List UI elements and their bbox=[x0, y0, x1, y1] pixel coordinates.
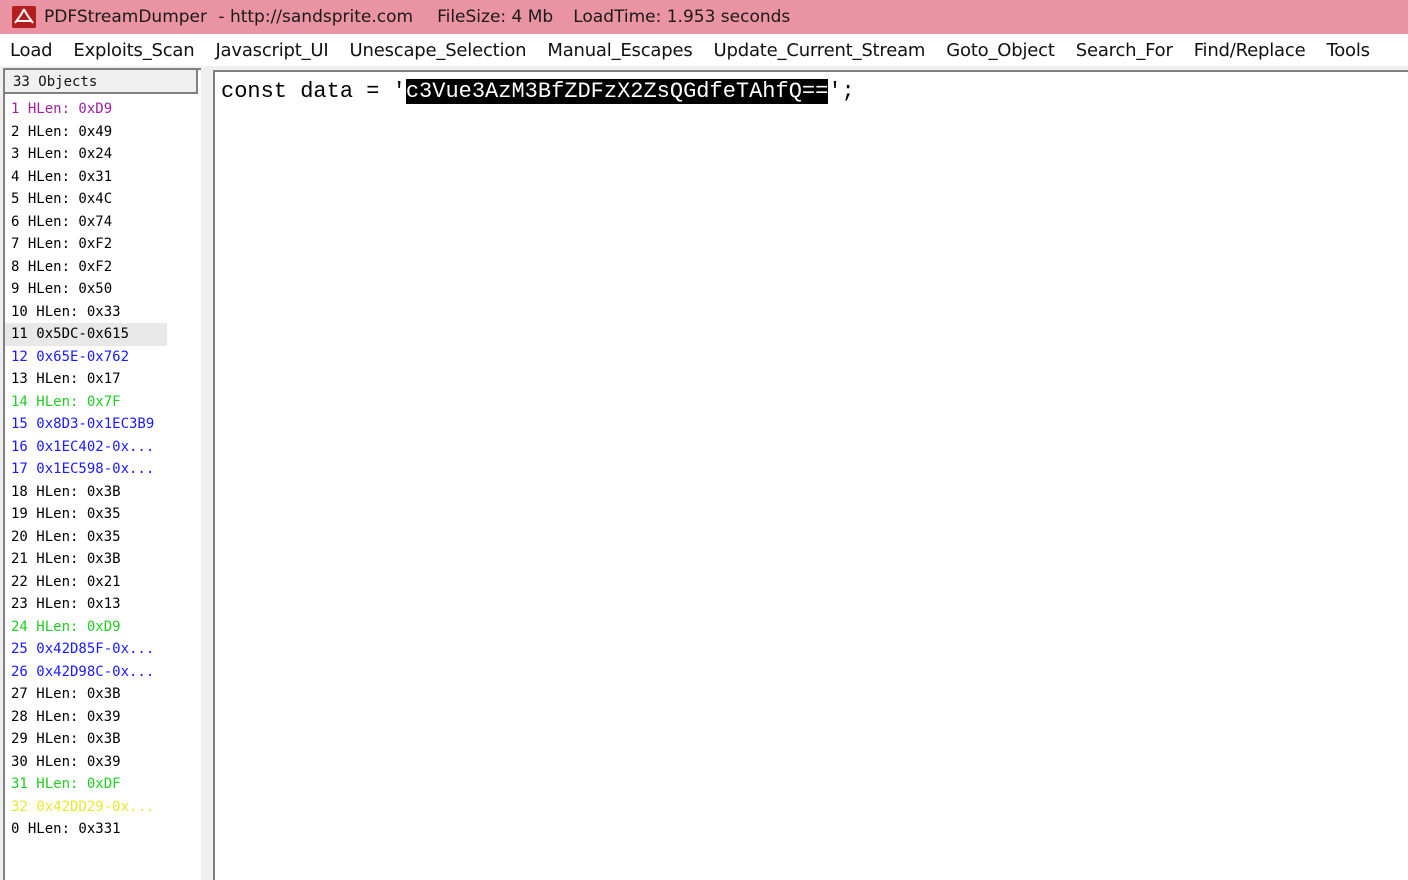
file-size: FileSize: 4 Mb bbox=[437, 7, 554, 27]
object-list-item[interactable]: 23 HLen: 0x13 bbox=[5, 593, 197, 616]
object-list-item[interactable]: 25 0x42D85F-0x... bbox=[5, 638, 197, 661]
object-list: 1 HLen: 0xD9 2 HLen: 0x49 3 HLen: 0x24 4 HL… bbox=[5, 98, 197, 841]
menu-find-replace[interactable]: Find/Replace bbox=[1194, 40, 1306, 61]
code-line: const data = 'c3Vue3AzM3BfZDFzX2ZsQGdfeT… bbox=[221, 78, 855, 106]
object-list-item[interactable]: 15 0x8D3-0x1EC3B9 bbox=[5, 413, 197, 436]
object-list-item[interactable]: 28 HLen: 0x39 bbox=[5, 706, 197, 729]
menu-goto-object[interactable]: Goto_Object bbox=[946, 40, 1055, 61]
object-list-item[interactable]: 32 0x42DD29-0x... bbox=[5, 796, 197, 819]
object-list-item[interactable]: 11 0x5DC-0x615 bbox=[5, 323, 167, 346]
object-list-item[interactable]: 21 HLen: 0x3B bbox=[5, 548, 197, 571]
object-list-item[interactable]: 2 HLen: 0x49 bbox=[5, 121, 197, 144]
object-list-item[interactable]: 7 HLen: 0xF2 bbox=[5, 233, 197, 256]
object-list-item[interactable]: 22 HLen: 0x21 bbox=[5, 571, 197, 594]
menu-exploits-scan[interactable]: Exploits_Scan bbox=[73, 40, 194, 61]
object-list-item[interactable]: 27 HLen: 0x3B bbox=[5, 683, 197, 706]
code-prefix: const data = ' bbox=[221, 79, 406, 104]
object-list-item[interactable]: 31 HLen: 0xDF bbox=[5, 773, 197, 796]
object-list-item[interactable]: 17 0x1EC598-0x... bbox=[5, 458, 197, 481]
object-list-item[interactable]: 9 HLen: 0x50 bbox=[5, 278, 197, 301]
object-list-item[interactable]: 6 HLen: 0x74 bbox=[5, 211, 197, 234]
object-list-item[interactable]: 12 0x65E-0x762 bbox=[5, 346, 197, 369]
app-name: PDFStreamDumper bbox=[44, 7, 207, 27]
pdf-icon bbox=[10, 5, 38, 29]
object-list-item[interactable]: 8 HLen: 0xF2 bbox=[5, 256, 197, 279]
menu-tools[interactable]: Tools bbox=[1326, 40, 1370, 61]
object-list-item[interactable]: 0 HLen: 0x331 bbox=[5, 818, 197, 841]
object-list-item[interactable]: 3 HLen: 0x24 bbox=[5, 143, 197, 166]
title-bar: PDFStreamDumper - http://sandsprite.com … bbox=[0, 0, 1408, 34]
code-suffix: '; bbox=[828, 79, 855, 104]
menu-javascript-ui[interactable]: Javascript_UI bbox=[215, 40, 328, 61]
object-list-item[interactable]: 29 HLen: 0x3B bbox=[5, 728, 197, 751]
object-list-item[interactable]: 10 HLen: 0x33 bbox=[5, 301, 197, 324]
load-time: LoadTime: 1.953 seconds bbox=[573, 7, 791, 27]
object-list-item[interactable]: 26 0x42D98C-0x... bbox=[5, 661, 197, 684]
panel-splitter[interactable] bbox=[201, 68, 213, 880]
app-url: - http://sandsprite.com bbox=[213, 7, 414, 27]
object-list-item[interactable]: 24 HLen: 0xD9 bbox=[5, 616, 197, 639]
menu-search-for[interactable]: Search_For bbox=[1076, 40, 1173, 61]
menu-bar: Load Exploits_Scan Javascript_UI Unescap… bbox=[0, 34, 1408, 66]
object-list-item[interactable]: 19 HLen: 0x35 bbox=[5, 503, 197, 526]
code-editor[interactable]: const data = 'c3Vue3AzM3BfZDFzX2ZsQGdfeT… bbox=[213, 70, 1408, 880]
objects-header[interactable]: 33 Objects bbox=[5, 70, 198, 94]
menu-load[interactable]: Load bbox=[10, 40, 53, 61]
menu-manual-escapes[interactable]: Manual_Escapes bbox=[547, 40, 692, 61]
object-list-item[interactable]: 30 HLen: 0x39 bbox=[5, 751, 197, 774]
object-list-item[interactable]: 5 HLen: 0x4C bbox=[5, 188, 197, 211]
menu-unescape-selection[interactable]: Unescape_Selection bbox=[350, 40, 527, 61]
object-list-item[interactable]: 1 HLen: 0xD9 bbox=[5, 98, 197, 121]
object-list-item[interactable]: 14 HLen: 0x7F bbox=[5, 391, 197, 414]
object-list-item[interactable]: 18 HLen: 0x3B bbox=[5, 481, 197, 504]
object-list-item[interactable]: 13 HLen: 0x17 bbox=[5, 368, 197, 391]
menu-update-current-stream[interactable]: Update_Current_Stream bbox=[714, 40, 926, 61]
object-list-item[interactable]: 20 HLen: 0x35 bbox=[5, 526, 197, 549]
selected-text[interactable]: c3Vue3AzM3BfZDFzX2ZsQGdfeTAhfQ== bbox=[405, 79, 829, 104]
object-list-item[interactable]: 4 HLen: 0x31 bbox=[5, 166, 197, 189]
object-list-item[interactable]: 16 0x1EC402-0x... bbox=[5, 436, 197, 459]
